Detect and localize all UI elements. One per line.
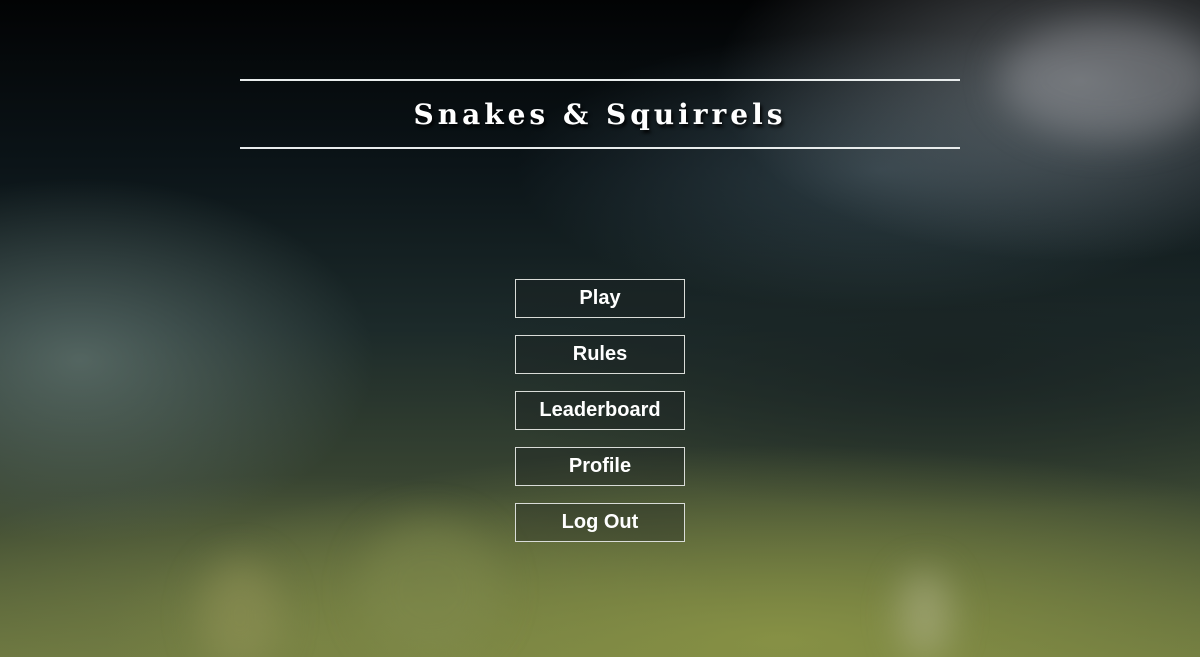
log-out-button[interactable]: Log Out [515,503,685,542]
background-blur-foliage [360,520,500,657]
background-blur-flower [900,570,950,657]
profile-button[interactable]: Profile [515,447,685,486]
main-menu: Play Rules Leaderboard Profile Log Out [515,279,685,559]
title-banner: Snakes & Squirrels [240,79,960,149]
play-button[interactable]: Play [515,279,685,318]
game-title: Snakes & Squirrels [413,97,787,131]
leaderboard-button[interactable]: Leaderboard [515,391,685,430]
rules-button[interactable]: Rules [515,335,685,374]
background-blur-foliage [200,560,280,657]
background-blur-highlight [1000,20,1200,140]
